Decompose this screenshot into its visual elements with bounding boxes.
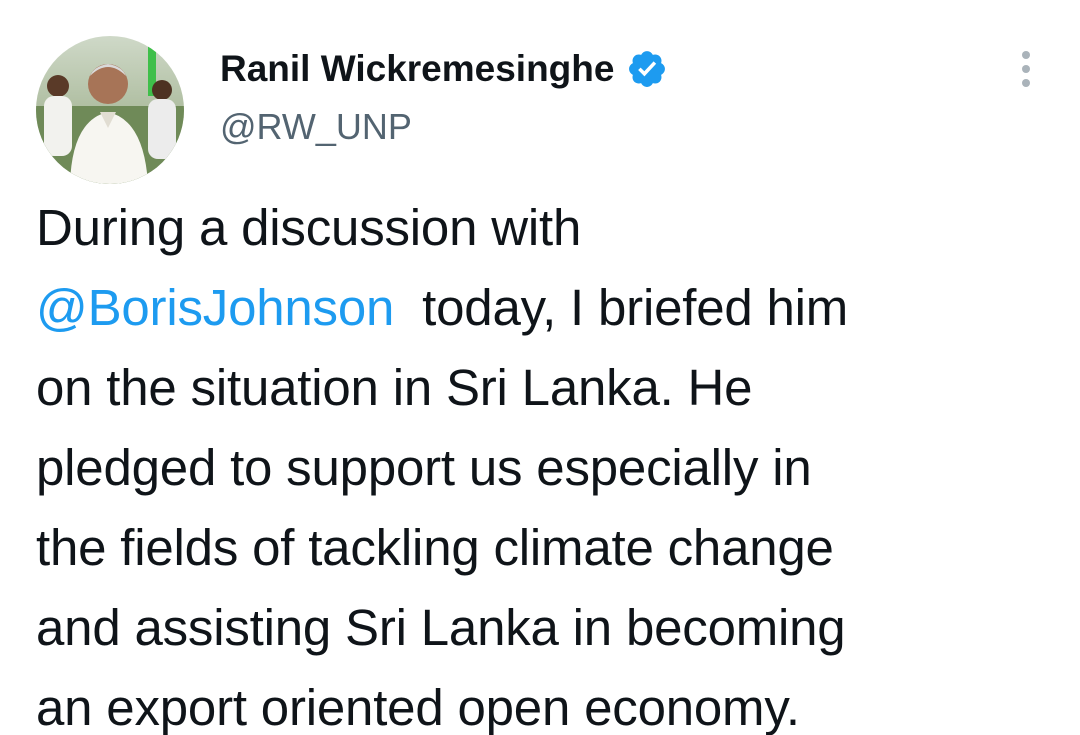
tweet-text: During a discussion with @BorisJohnson t… xyxy=(36,188,1046,735)
author-handle[interactable]: @RW_UNP xyxy=(220,106,412,148)
tweet-line: @BorisJohnson today, I briefed him xyxy=(36,268,1046,348)
mention-link[interactable]: @BorisJohnson xyxy=(36,279,394,336)
author-name-row: Ranil Wickremesinghe xyxy=(220,44,668,94)
tweet-line: on the situation in Sri Lanka. He xyxy=(36,359,753,416)
display-name[interactable]: Ranil Wickremesinghe xyxy=(220,48,614,90)
tweet-line: an export oriented open economy. xyxy=(36,679,800,735)
more-vertical-icon[interactable] xyxy=(1016,48,1036,90)
avatar[interactable] xyxy=(36,36,184,184)
tweet-line: pledged to support us especially in xyxy=(36,439,812,496)
tweet-card: Ranil Wickremesinghe @RW_UNP During a di… xyxy=(0,0,1080,735)
tweet-line-text: today, I briefed him xyxy=(422,279,849,336)
tweet-line: During a discussion with xyxy=(36,199,582,256)
tweet-line: the fields of tackling climate change xyxy=(36,519,834,576)
profile-photo-icon xyxy=(36,36,184,184)
tweet-line: and assisting Sri Lanka in becoming xyxy=(36,599,846,656)
verified-badge-icon xyxy=(626,48,668,90)
